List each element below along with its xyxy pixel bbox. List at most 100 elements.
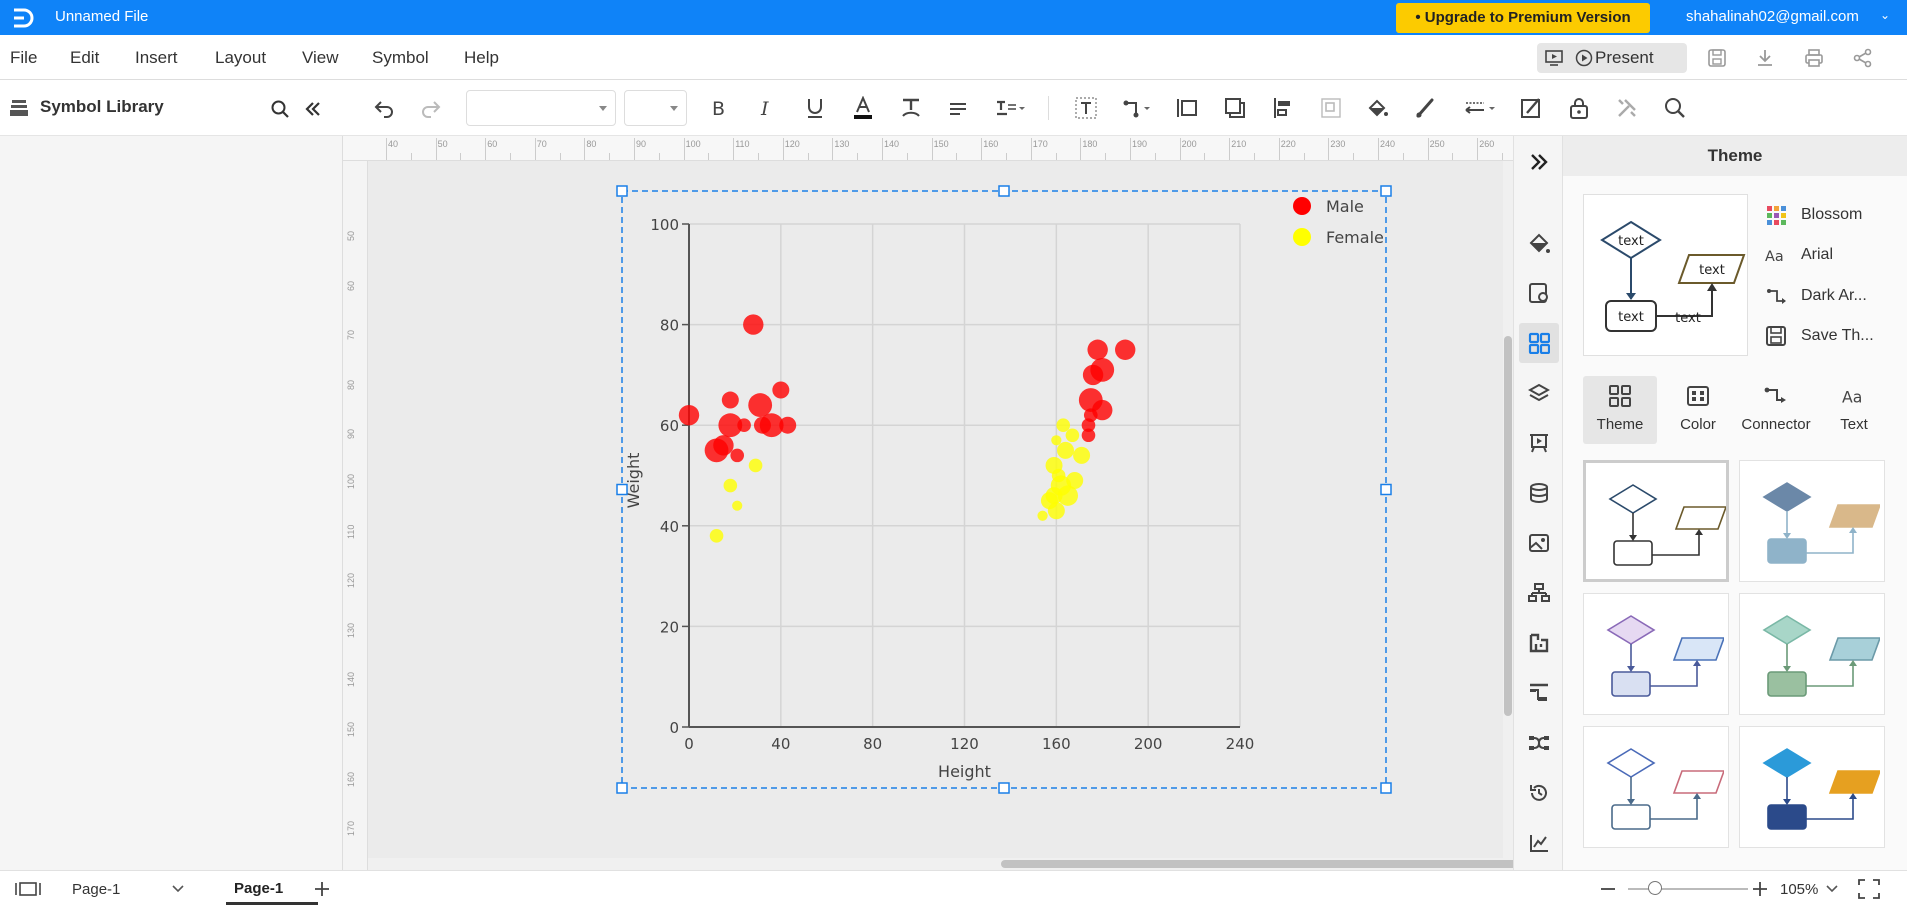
presentation-icon[interactable]	[1528, 432, 1550, 454]
fill-icon[interactable]	[1366, 96, 1390, 120]
tools-icon[interactable]	[1615, 96, 1639, 120]
find-icon[interactable]	[1663, 96, 1687, 120]
theme-card[interactable]	[1583, 460, 1729, 582]
theme-card[interactable]	[1583, 726, 1729, 848]
male-point[interactable]	[737, 418, 751, 433]
tab-connector[interactable]: Connector	[1739, 376, 1813, 444]
share-icon[interactable]	[1852, 47, 1874, 69]
menu-symbol[interactable]: Symbol	[372, 48, 429, 68]
fill-icon[interactable]	[1528, 232, 1550, 254]
menu-layout[interactable]: Layout	[215, 48, 266, 68]
save-icon[interactable]	[1706, 47, 1728, 69]
print-icon[interactable]	[1803, 47, 1825, 69]
resize-handle[interactable]	[998, 185, 1010, 197]
male-point[interactable]	[1115, 339, 1136, 360]
present-button[interactable]: Present	[1595, 48, 1654, 68]
female-point[interactable]	[732, 500, 743, 511]
image-icon[interactable]	[1528, 532, 1550, 554]
resize-handle[interactable]	[616, 483, 628, 496]
bring-to-front-icon[interactable]	[1175, 96, 1199, 120]
text-style-icon[interactable]	[899, 96, 923, 120]
male-point[interactable]	[1087, 339, 1108, 360]
page-tab-active[interactable]: Page-1	[226, 871, 318, 905]
menu-help[interactable]: Help	[464, 48, 499, 68]
zoom-slider-handle[interactable]	[1648, 881, 1662, 895]
male-point[interactable]	[779, 416, 797, 434]
floor-plan-icon[interactable]	[1528, 632, 1550, 654]
font-family-dropdown[interactable]	[466, 90, 616, 126]
redo-icon[interactable]	[419, 96, 443, 120]
timeline-icon[interactable]	[1528, 682, 1550, 704]
canvas-area[interactable]: 40 50 60 70 80 90 100 110 120 130 140 150 160 170 180 1…	[343, 136, 1556, 886]
theme-card[interactable]	[1739, 726, 1885, 848]
page-settings-icon[interactable]	[1528, 282, 1550, 304]
font-color-icon[interactable]	[851, 96, 875, 120]
vertical-scroll-thumb[interactable]	[1504, 336, 1512, 716]
mind-map-icon[interactable]	[1528, 732, 1550, 754]
male-point[interactable]	[1081, 428, 1096, 443]
upgrade-premium-button[interactable]: • Upgrade to Premium Version	[1396, 3, 1650, 33]
edit-shape-icon[interactable]	[1519, 96, 1543, 120]
collapse-panel-icon[interactable]	[303, 99, 323, 119]
line-style-icon[interactable]	[1462, 96, 1498, 120]
file-name[interactable]: Unnamed File	[55, 8, 148, 25]
group-icon[interactable]	[1319, 96, 1343, 120]
vertical-scrollbar[interactable]	[1503, 161, 1513, 870]
female-point[interactable]	[1057, 485, 1079, 506]
play-circle-icon[interactable]	[1575, 49, 1593, 67]
male-point[interactable]	[1082, 364, 1104, 386]
line-color-icon[interactable]	[1414, 96, 1438, 120]
female-point[interactable]	[1073, 446, 1091, 464]
male-point[interactable]	[748, 393, 773, 417]
account-dropdown-icon[interactable]: ⌄	[1880, 8, 1890, 22]
resize-handle[interactable]	[998, 782, 1010, 794]
resize-handle[interactable]	[1380, 185, 1392, 197]
connector-icon[interactable]	[1122, 96, 1154, 120]
app-logo-icon[interactable]	[10, 4, 38, 32]
account-email[interactable]: shahalinah02@gmail.com	[1686, 8, 1859, 25]
align-icon[interactable]	[946, 96, 970, 120]
menu-view[interactable]: View	[302, 48, 339, 68]
menu-file[interactable]: File	[10, 48, 37, 68]
text-box-icon[interactable]	[1074, 96, 1098, 120]
italic-icon[interactable]: I	[755, 96, 779, 120]
theme-card[interactable]	[1739, 593, 1885, 715]
resize-handle[interactable]	[616, 185, 628, 197]
presentation-mode-icon[interactable]	[1545, 49, 1563, 67]
male-point[interactable]	[772, 381, 790, 399]
send-to-back-icon[interactable]	[1223, 96, 1247, 120]
male-point[interactable]	[730, 448, 745, 463]
zoom-in-icon[interactable]	[1752, 881, 1768, 897]
menu-insert[interactable]: Insert	[135, 48, 178, 68]
bold-icon[interactable]: B	[707, 96, 731, 120]
female-point[interactable]	[1037, 510, 1048, 521]
male-point[interactable]	[721, 391, 739, 409]
add-page-icon[interactable]	[314, 881, 330, 897]
fullscreen-icon[interactable]	[1858, 879, 1880, 899]
tab-theme[interactable]: Theme	[1583, 376, 1657, 444]
theme-card[interactable]	[1739, 460, 1885, 582]
scatter-chart[interactable]: 0 40 80 120 160 200 240 0 20 40 60 80 100 Height Wei…	[343, 136, 1513, 870]
line-spacing-icon[interactable]	[994, 96, 1026, 120]
page-view-icon[interactable]	[14, 881, 42, 897]
resize-handle[interactable]	[1380, 483, 1392, 496]
horizontal-scroll-thumb[interactable]	[1001, 860, 1556, 868]
align-left-icon[interactable]	[1271, 96, 1295, 120]
undo-icon[interactable]	[372, 96, 396, 120]
page-selector[interactable]: Page-1	[72, 881, 120, 898]
female-point[interactable]	[1065, 428, 1080, 443]
underline-icon[interactable]	[803, 96, 827, 120]
download-icon[interactable]	[1754, 47, 1776, 69]
resize-handle[interactable]	[1380, 782, 1392, 794]
zoom-level[interactable]: 105%	[1780, 881, 1818, 898]
male-point[interactable]	[743, 314, 764, 335]
theme-card[interactable]	[1583, 593, 1729, 715]
org-chart-icon[interactable]	[1528, 582, 1550, 604]
chevron-down-icon[interactable]	[172, 884, 184, 894]
font-size-dropdown[interactable]	[624, 90, 687, 126]
lock-icon[interactable]	[1567, 96, 1591, 120]
menu-edit[interactable]: Edit	[70, 48, 99, 68]
database-icon[interactable]	[1528, 482, 1550, 504]
resize-handle[interactable]	[616, 782, 628, 794]
zoom-slider[interactable]	[1628, 888, 1748, 890]
